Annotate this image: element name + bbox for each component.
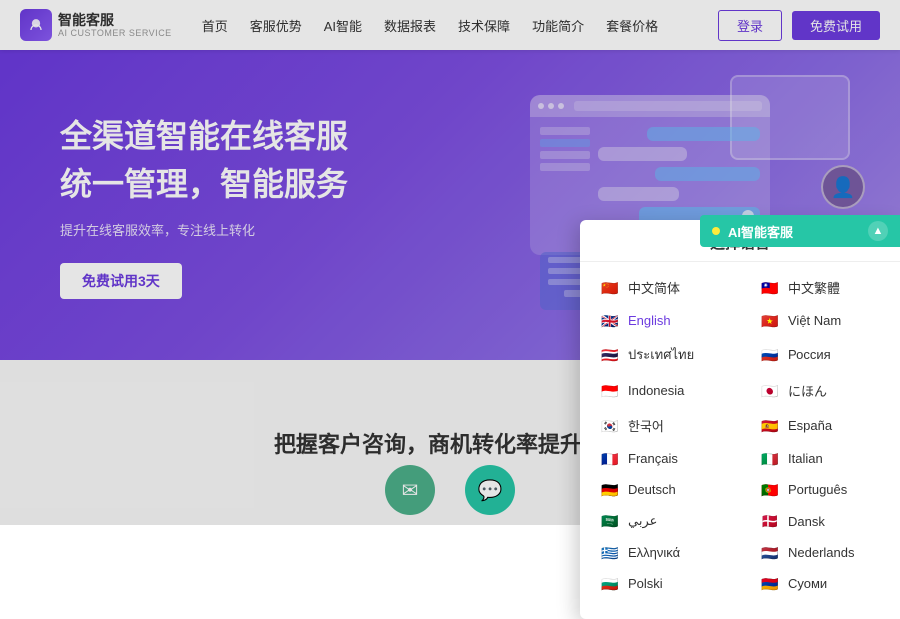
flag-es: 🇪🇸 bbox=[760, 419, 780, 433]
lang-item-pl[interactable]: 🇧🇬 Polski bbox=[580, 568, 740, 599]
flag-zh-cn: 🇨🇳 bbox=[600, 281, 620, 295]
lang-item-ru[interactable]: 🇷🇺 Россия bbox=[740, 336, 900, 373]
flag-id: 🇮🇩 bbox=[600, 384, 620, 398]
lang-label-pt: Português bbox=[788, 482, 847, 497]
language-grid: 🇨🇳 中文简体 🇹🇼 中文繁體 🇬🇧 English 🇻🇳 Việt Nam 🇹… bbox=[580, 262, 900, 607]
flag-nl: 🇳🇱 bbox=[760, 546, 780, 560]
flag-ar: 🇸🇦 bbox=[600, 514, 620, 528]
lang-label-dk: Dansk bbox=[788, 514, 825, 529]
flag-fr: 🇫🇷 bbox=[600, 452, 620, 466]
flag-th: 🇹🇭 bbox=[600, 348, 620, 362]
flag-it: 🇮🇹 bbox=[760, 452, 780, 466]
flag-kr: 🇰🇷 bbox=[600, 419, 620, 433]
lang-item-pt[interactable]: 🇵🇹 Português bbox=[740, 474, 900, 505]
lang-label-fi: Суоми bbox=[788, 576, 827, 591]
lang-item-de[interactable]: 🇩🇪 Deutsch bbox=[580, 474, 740, 505]
lang-label-gr: Ελληνικά bbox=[628, 545, 680, 560]
lang-item-jp[interactable]: 🇯🇵 にほん bbox=[740, 373, 900, 408]
lang-item-ar[interactable]: 🇸🇦 عربي bbox=[580, 505, 740, 537]
lang-item-zh-tw[interactable]: 🇹🇼 中文繁體 bbox=[740, 270, 900, 305]
lang-item-it[interactable]: 🇮🇹 Italian bbox=[740, 443, 900, 474]
lang-label-ru: Россия bbox=[788, 347, 831, 362]
flag-pt: 🇵🇹 bbox=[760, 483, 780, 497]
flag-ru: 🇷🇺 bbox=[760, 348, 780, 362]
lang-item-en[interactable]: 🇬🇧 English bbox=[580, 305, 740, 336]
lang-item-fi[interactable]: 🇦🇲 Суоми bbox=[740, 568, 900, 599]
lang-item-fr[interactable]: 🇫🇷 Français bbox=[580, 443, 740, 474]
lang-item-dk[interactable]: 🇩🇰 Dansk bbox=[740, 505, 900, 537]
lang-item-id[interactable]: 🇮🇩 Indonesia bbox=[580, 373, 740, 408]
lang-label-zh-tw: 中文繁體 bbox=[788, 278, 840, 297]
lang-item-th[interactable]: 🇹🇭 ประเทศไทย bbox=[580, 336, 740, 373]
chat-widget-status-dot bbox=[712, 227, 720, 235]
lang-label-th: ประเทศไทย bbox=[628, 344, 694, 365]
flag-pl: 🇧🇬 bbox=[600, 577, 620, 591]
flag-jp: 🇯🇵 bbox=[760, 384, 780, 398]
lang-label-es: España bbox=[788, 418, 832, 433]
lang-label-ar: عربي bbox=[628, 513, 657, 529]
lang-item-vn[interactable]: 🇻🇳 Việt Nam bbox=[740, 305, 900, 336]
lang-label-id: Indonesia bbox=[628, 383, 684, 398]
flag-de: 🇩🇪 bbox=[600, 483, 620, 497]
lang-item-gr[interactable]: 🇬🇷 Ελληνικά bbox=[580, 537, 740, 568]
lang-item-zh-cn[interactable]: 🇨🇳 中文简体 bbox=[580, 270, 740, 305]
lang-label-vn: Việt Nam bbox=[788, 313, 841, 328]
lang-label-de: Deutsch bbox=[628, 482, 676, 497]
lang-item-kr[interactable]: 🇰🇷 한국어 bbox=[580, 408, 740, 443]
flag-zh-tw: 🇹🇼 bbox=[760, 281, 780, 295]
flag-gr: 🇬🇷 bbox=[600, 546, 620, 560]
lang-label-en: English bbox=[628, 313, 671, 328]
lang-label-nl: Nederlands bbox=[788, 545, 855, 560]
chat-widget-bar[interactable]: AI智能客服 ▲ bbox=[700, 215, 900, 247]
flag-vn: 🇻🇳 bbox=[760, 314, 780, 328]
lang-item-es[interactable]: 🇪🇸 España bbox=[740, 408, 900, 443]
flag-fi: 🇦🇲 bbox=[760, 577, 780, 591]
lang-item-nl[interactable]: 🇳🇱 Nederlands bbox=[740, 537, 900, 568]
lang-label-kr: 한국어 bbox=[628, 416, 664, 435]
chat-widget-title: AI智能客服 bbox=[728, 222, 793, 241]
flag-en: 🇬🇧 bbox=[600, 314, 620, 328]
chat-widget-expand-icon[interactable]: ▲ bbox=[868, 221, 888, 241]
flag-dk: 🇩🇰 bbox=[760, 514, 780, 528]
lang-label-jp: にほん bbox=[788, 381, 827, 400]
lang-label-zh-cn: 中文简体 bbox=[628, 278, 680, 297]
lang-label-pl: Polski bbox=[628, 576, 663, 591]
lang-label-it: Italian bbox=[788, 451, 823, 466]
lang-label-fr: Français bbox=[628, 451, 678, 466]
language-dialog: 选择语言 × 🇨🇳 中文简体 🇹🇼 中文繁體 🇬🇧 English 🇻🇳 Việ… bbox=[580, 220, 900, 619]
